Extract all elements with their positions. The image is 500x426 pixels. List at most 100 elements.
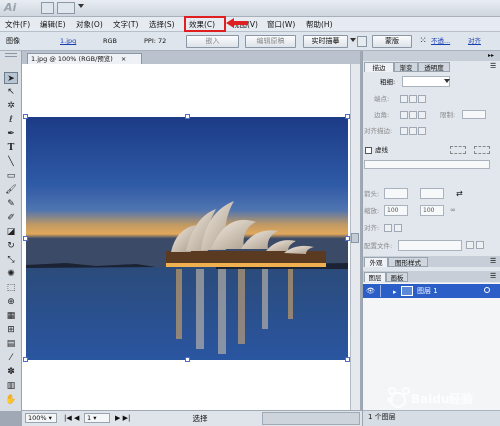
menu-object[interactable]: 对象(O) [76,19,103,30]
link-scale-icon[interactable]: ∞ [450,206,456,214]
align-link[interactable]: 对齐 [468,36,481,47]
profile-select[interactable] [398,240,462,251]
dash-align-icon[interactable] [474,146,490,154]
flip-horizontal-icon[interactable] [466,241,474,249]
bridge-icon[interactable] [41,2,54,14]
square-cap-icon[interactable] [418,95,426,103]
type-tool-icon[interactable]: T [4,142,18,154]
next-artboard-icon[interactable]: ▶ ▶| [115,413,130,423]
miter-join-icon[interactable] [400,111,408,119]
selection-handle[interactable] [345,114,350,119]
layer-target-icon[interactable] [484,287,490,293]
align-outside-icon[interactable] [418,127,426,135]
menu-file[interactable]: 文件(F) [5,19,30,30]
arrow-tip-place-icon[interactable] [394,224,402,232]
selection-tool-icon[interactable]: ➤ [4,72,18,84]
flip-vertical-icon[interactable] [476,241,484,249]
selection-handle[interactable] [23,357,28,362]
menu-type[interactable]: 文字(T) [113,19,138,30]
start-arrowhead-select[interactable] [384,188,408,199]
end-arrowhead-select[interactable] [420,188,444,199]
tab-graphic-styles[interactable]: 图形样式 [388,257,428,267]
panel-menu-icon[interactable]: ☰ [490,257,496,265]
end-scale-field[interactable]: 100 [420,205,444,216]
arrow-tip-extend-icon[interactable] [384,224,392,232]
paintbrush-tool-icon[interactable]: 🖌 [4,184,18,196]
tab-stroke[interactable]: 描边 [364,62,394,72]
panel-menu-icon[interactable]: ☰ [490,272,496,280]
blob-brush-tool-icon[interactable]: ✐ [4,212,18,224]
dashed-line-checkbox[interactable] [365,147,372,154]
menu-edit[interactable]: 编辑(E) [40,19,66,30]
trace-options-icon[interactable] [357,36,367,47]
menu-select[interactable]: 选择(S) [149,19,175,30]
visibility-eye-icon[interactable]: 👁 [366,287,375,295]
swap-arrowhead-icon[interactable]: ⇄ [456,189,466,198]
start-scale-field[interactable]: 100 [384,205,408,216]
document-tab[interactable]: 1.jpg @ 100% (RGB/预览) × [27,53,142,64]
opacity-link[interactable]: 不透... [431,36,450,47]
menu-window[interactable]: 窗口(W) [267,19,295,30]
warp-tool-icon[interactable]: ✺ [4,268,18,280]
tab-layers[interactable]: 图层 [364,272,386,282]
selection-handle[interactable] [23,236,28,241]
collapse-panels-icon[interactable]: ▸▸ [488,52,494,59]
perspective-grid-tool-icon[interactable]: ▦ [4,310,18,322]
transform-icon[interactable]: ⁙ [418,36,428,47]
selection-handle[interactable] [345,236,350,241]
symbol-sprayer-tool-icon[interactable]: ✽ [4,366,18,378]
align-center-icon[interactable] [400,127,408,135]
tab-gradient[interactable]: 渐变 [394,62,418,72]
dash-gap-fields[interactable] [364,160,490,169]
miter-limit-field[interactable] [462,110,486,119]
selection-handle[interactable] [23,114,28,119]
rotate-tool-icon[interactable]: ↻ [4,240,18,252]
tab-transparency[interactable]: 透明度 [418,62,450,72]
chevron-down-icon[interactable] [444,79,450,83]
zoom-select[interactable]: 100% ▾ [25,413,57,423]
round-join-icon[interactable] [409,111,417,119]
rectangle-tool-icon[interactable]: ▭ [4,170,18,182]
lasso-tool-icon[interactable]: ℓ [4,114,18,126]
selection-handle[interactable] [185,114,190,119]
gradient-tool-icon[interactable]: ▤ [4,338,18,350]
pen-tool-icon[interactable]: ✒ [4,128,18,140]
hand-tool-icon[interactable]: ✋ [4,394,18,406]
magic-wand-tool-icon[interactable]: ✲ [4,100,18,112]
close-icon[interactable]: × [121,55,126,63]
layer-name[interactable]: 图层 1 [417,286,438,296]
chevron-down-icon[interactable] [350,38,356,42]
selection-handle[interactable] [185,357,190,362]
tab-appearance[interactable]: 外观 [364,257,388,267]
selection-handle[interactable] [345,357,350,362]
toolbox-grip[interactable] [5,53,17,57]
eraser-tool-icon[interactable]: ◪ [4,226,18,238]
butt-cap-icon[interactable] [400,95,408,103]
mask-button[interactable]: 蒙版 [372,35,412,48]
chevron-down-icon[interactable] [78,4,84,8]
menu-help[interactable]: 帮助(H) [306,19,333,30]
edit-original-button[interactable]: 编辑原稿 [245,35,296,48]
eyedropper-tool-icon[interactable]: ⁄ [4,352,18,364]
free-transform-tool-icon[interactable]: ⬚ [4,282,18,294]
round-cap-icon[interactable] [409,95,417,103]
scrollbar-thumb[interactable] [351,233,359,243]
opera-house-photo[interactable] [26,117,348,360]
first-artboard-icon[interactable]: |◀ ◀ [64,413,79,423]
scale-tool-icon[interactable]: ⤡ [4,254,18,266]
embed-button[interactable]: 嵌入 [186,35,239,48]
dash-preserve-icon[interactable] [450,146,466,154]
tab-artboards[interactable]: 画板 [386,272,408,282]
panel-menu-icon[interactable]: ☰ [490,62,496,70]
line-tool-icon[interactable]: ╲ [4,156,18,168]
shape-builder-tool-icon[interactable]: ⊕ [4,296,18,308]
expand-layer-icon[interactable]: ▸ [393,288,397,296]
bevel-join-icon[interactable] [418,111,426,119]
horizontal-scrollbar[interactable] [262,412,360,425]
direct-selection-tool-icon[interactable]: ↖ [4,86,18,98]
artboard-select[interactable]: 1 ▾ [84,413,110,423]
live-trace-button[interactable]: 实时描摹 [303,35,348,48]
pencil-tool-icon[interactable]: ✎ [4,198,18,210]
mesh-tool-icon[interactable]: ⊞ [4,324,18,336]
stroke-weight-field[interactable] [402,76,450,87]
